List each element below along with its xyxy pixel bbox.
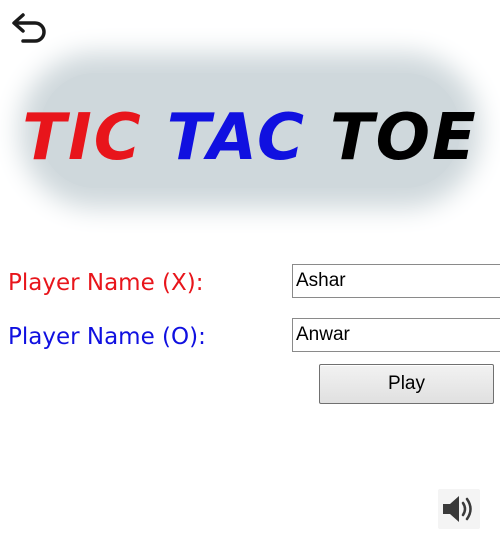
game-title: TIC TAC TOE: [10, 101, 489, 175]
player-o-label: Player Name (O):: [8, 324, 206, 350]
title-word-tic: TIC: [22, 100, 143, 175]
player-x-label: Player Name (X):: [8, 270, 204, 296]
title-banner: TIC TAC TOE: [10, 55, 490, 230]
player-o-row: Player Name (O):: [0, 318, 500, 354]
back-button[interactable]: [10, 10, 50, 44]
title-word-toe: TOE: [329, 100, 478, 175]
play-button[interactable]: Play: [319, 364, 494, 404]
player-x-name-input[interactable]: [292, 264, 500, 298]
tic-tac-toe-setup-screen: TIC TAC TOE Player Name (X): Player Name (…: [0, 0, 500, 550]
sound-toggle-button[interactable]: [438, 489, 480, 529]
player-o-name-input[interactable]: [292, 318, 500, 352]
back-arrow-icon: [12, 13, 46, 43]
speaker-icon: [443, 496, 472, 522]
title-word-tac: TAC: [166, 100, 306, 175]
player-x-row: Player Name (X):: [0, 264, 500, 300]
